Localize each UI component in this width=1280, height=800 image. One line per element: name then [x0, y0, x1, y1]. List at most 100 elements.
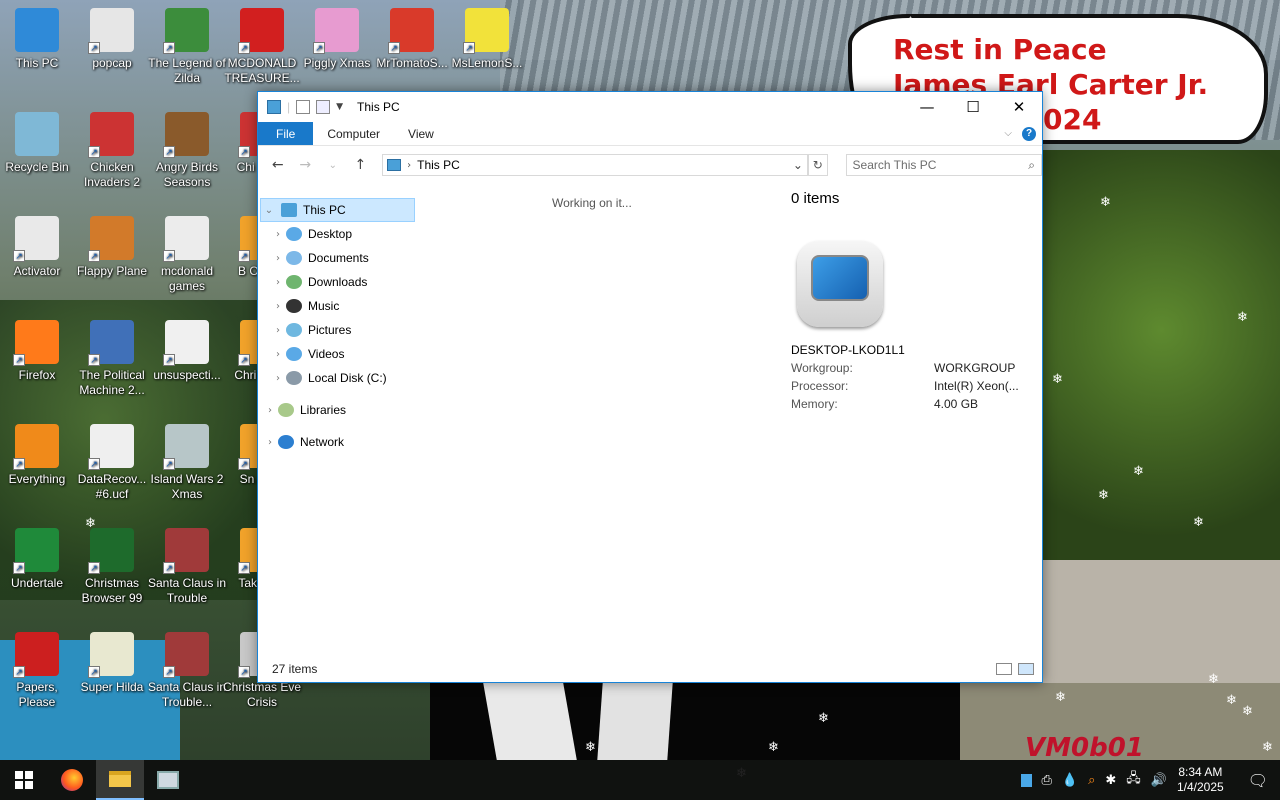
folder-icon [109, 771, 131, 787]
volume-icon[interactable]: 🔊 [1151, 773, 1167, 788]
tray-snowflake-icon[interactable]: ✱ [1105, 773, 1116, 788]
recent-locations-chevron-icon[interactable]: ⌄ [321, 153, 345, 177]
desktop-icon[interactable]: ↗ The Legend of Zilda [147, 8, 227, 86]
nav-item-this-pc[interactable]: ⌄ This PC [260, 198, 415, 222]
search-input[interactable]: Search This PC ⌕ [845, 154, 1042, 176]
nav-item-music[interactable]: › Music [258, 294, 418, 318]
desktop-icon[interactable]: ↗ Firefox [0, 320, 77, 383]
desktop-icon[interactable]: ↗ Angry Birds Seasons [147, 112, 227, 190]
nav-item-local-disk-c[interactable]: › Local Disk (C:) [258, 366, 418, 390]
address-dropdown-chevron-icon[interactable]: ⌄ [789, 158, 807, 172]
tray-search-icon[interactable]: ⌕ [1088, 773, 1095, 788]
desktop-icon[interactable]: ↗ unsuspecti... [147, 320, 227, 383]
new-folder-icon[interactable] [316, 100, 331, 114]
snowflake-icon: ❄ [1226, 693, 1237, 708]
desktop-icon-label: This PC [15, 56, 59, 70]
desktop-icon[interactable]: ↗ Santa Claus in Trouble [147, 528, 227, 606]
desktop-icon[interactable]: ↗ Piggly Xmas [297, 8, 377, 71]
nav-item-downloads[interactable]: › Downloads [258, 270, 418, 294]
desktop-app-icon: ↗ [88, 8, 134, 54]
desktop-icon[interactable]: ↗ Island Wars 2 Xmas [147, 424, 227, 502]
action-center-icon[interactable]: 🗨 [1248, 771, 1268, 790]
minimize-button[interactable]: — [904, 92, 950, 122]
desktop-icon[interactable]: ↗ popcap [72, 8, 152, 71]
nav-item-pictures[interactable]: › Pictures [258, 318, 418, 342]
expand-chevron-icon[interactable]: › [270, 301, 286, 312]
desktop-icon[interactable]: ↗ Flappy Plane [72, 216, 152, 279]
taskbar-clock[interactable]: 8:34 AM 1/4/2025 [1177, 765, 1224, 795]
desktop-icon[interactable]: ↗ DataRecov... #6.ucf [72, 424, 152, 502]
help-icon[interactable]: ? [1022, 126, 1036, 141]
expand-ribbon-chevron-icon[interactable]: ⌵ [1004, 128, 1012, 139]
expand-chevron-icon[interactable]: › [262, 437, 278, 448]
desktop-icon[interactable]: ↗ Santa Claus in Trouble... [147, 632, 227, 710]
maximize-button[interactable]: ☐ [950, 92, 996, 122]
shortcut-arrow-icon: ↗ [238, 42, 250, 54]
taskbar-file-explorer[interactable] [96, 760, 144, 800]
desktop-icon[interactable]: ↗ Activator [0, 216, 77, 279]
folder-icon [286, 227, 302, 241]
ribbon-tab-file[interactable]: File [258, 122, 314, 145]
desktop-icon[interactable]: ↗ MrTomatoS... [372, 8, 452, 71]
collapse-chevron-icon[interactable]: ⌄ [261, 205, 277, 216]
details-item-count: 0 items [791, 190, 840, 207]
expand-chevron-icon[interactable]: › [270, 349, 286, 360]
desktop-icon[interactable]: ↗ Everything [0, 424, 77, 487]
close-button[interactable]: ✕ [996, 92, 1042, 122]
expand-chevron-icon[interactable]: › [270, 253, 286, 264]
expand-chevron-icon[interactable]: › [270, 277, 286, 288]
snowflake-icon: ❄ [1055, 690, 1066, 705]
desktop-icon[interactable]: Recycle Bin [0, 112, 77, 175]
breadcrumb-separator-icon[interactable]: › [407, 160, 411, 171]
nav-item-desktop[interactable]: › Desktop [258, 222, 418, 246]
ribbon-tab-computer[interactable]: Computer [313, 122, 394, 145]
expand-chevron-icon[interactable]: › [270, 229, 286, 240]
back-arrow-icon[interactable]: ← [266, 153, 290, 177]
desktop-icon[interactable]: ↗ Super Hilda [72, 632, 152, 695]
desktop-icon[interactable]: This PC [0, 8, 77, 71]
nav-item-network[interactable]: › Network [258, 430, 418, 454]
search-icon[interactable]: ⌕ [1028, 158, 1035, 173]
tray-printer-icon[interactable]: ⎙ [1042, 773, 1052, 788]
expand-chevron-icon[interactable]: › [270, 373, 286, 384]
nav-item-videos[interactable]: › Videos [258, 342, 418, 366]
window-title-bar[interactable]: | ▼ This PC — ☐ ✕ [258, 92, 1042, 122]
large-icons-view-icon[interactable] [1018, 663, 1034, 675]
start-button[interactable] [0, 760, 48, 800]
file-explorer-window[interactable]: | ▼ This PC — ☐ ✕ File Computer View ⌵ ?… [257, 91, 1043, 683]
computer-icon [797, 241, 883, 329]
ribbon-tab-view[interactable]: View [394, 122, 448, 145]
breadcrumb-this-pc[interactable]: This PC [417, 158, 460, 172]
search-placeholder: Search This PC [852, 158, 937, 172]
desktop-icon[interactable]: ↗ Undertale [0, 528, 77, 591]
desktop-icon[interactable]: ↗ MCDONALD TREASURE... [222, 8, 302, 86]
snowflake-icon: ❄ [1052, 372, 1063, 387]
taskbar-app[interactable] [144, 760, 192, 800]
desktop-icon[interactable]: ↗ Papers, Please [0, 632, 77, 710]
shortcut-arrow-icon: ↗ [88, 354, 100, 366]
address-bar[interactable]: › This PC ⌄ [382, 154, 808, 176]
shortcut-arrow-icon: ↗ [238, 562, 250, 574]
up-arrow-icon[interactable]: ↑ [349, 153, 373, 177]
desktop-icon[interactable]: ↗ MsLemonS... [447, 8, 527, 71]
customize-toolbar-chevron-icon[interactable]: ▼ [336, 102, 343, 112]
nav-item-libraries[interactable]: › Libraries [258, 398, 418, 422]
forward-arrow-icon[interactable]: → [294, 153, 318, 177]
desktop-icon[interactable]: ↗ mcdonald games [147, 216, 227, 294]
nav-item-documents[interactable]: › Documents [258, 246, 418, 270]
refresh-icon[interactable]: ↻ [807, 154, 828, 176]
expand-chevron-icon[interactable]: › [262, 405, 278, 416]
network-status-icon[interactable]: 🖧 [1126, 769, 1141, 791]
details-view-icon[interactable] [996, 663, 1012, 675]
desktop-app-icon: ↗ [88, 112, 134, 158]
desktop-icon[interactable]: ↗ Chicken Invaders 2 [72, 112, 152, 190]
properties-checkbox-icon[interactable] [296, 100, 311, 114]
taskbar-firefox[interactable] [48, 760, 96, 800]
tray-drop-icon[interactable]: 💧 [1062, 773, 1078, 788]
snowflake-icon: ❄ [1208, 672, 1219, 687]
desktop-icon[interactable]: ↗ Christmas Browser 99 [72, 528, 152, 606]
expand-chevron-icon[interactable]: › [270, 325, 286, 336]
detail-memory: Memory: 4.00 GB [791, 397, 1031, 411]
desktop-icon[interactable]: ↗ The Political Machine 2... [72, 320, 152, 398]
tray-app-icon[interactable] [1020, 773, 1032, 787]
